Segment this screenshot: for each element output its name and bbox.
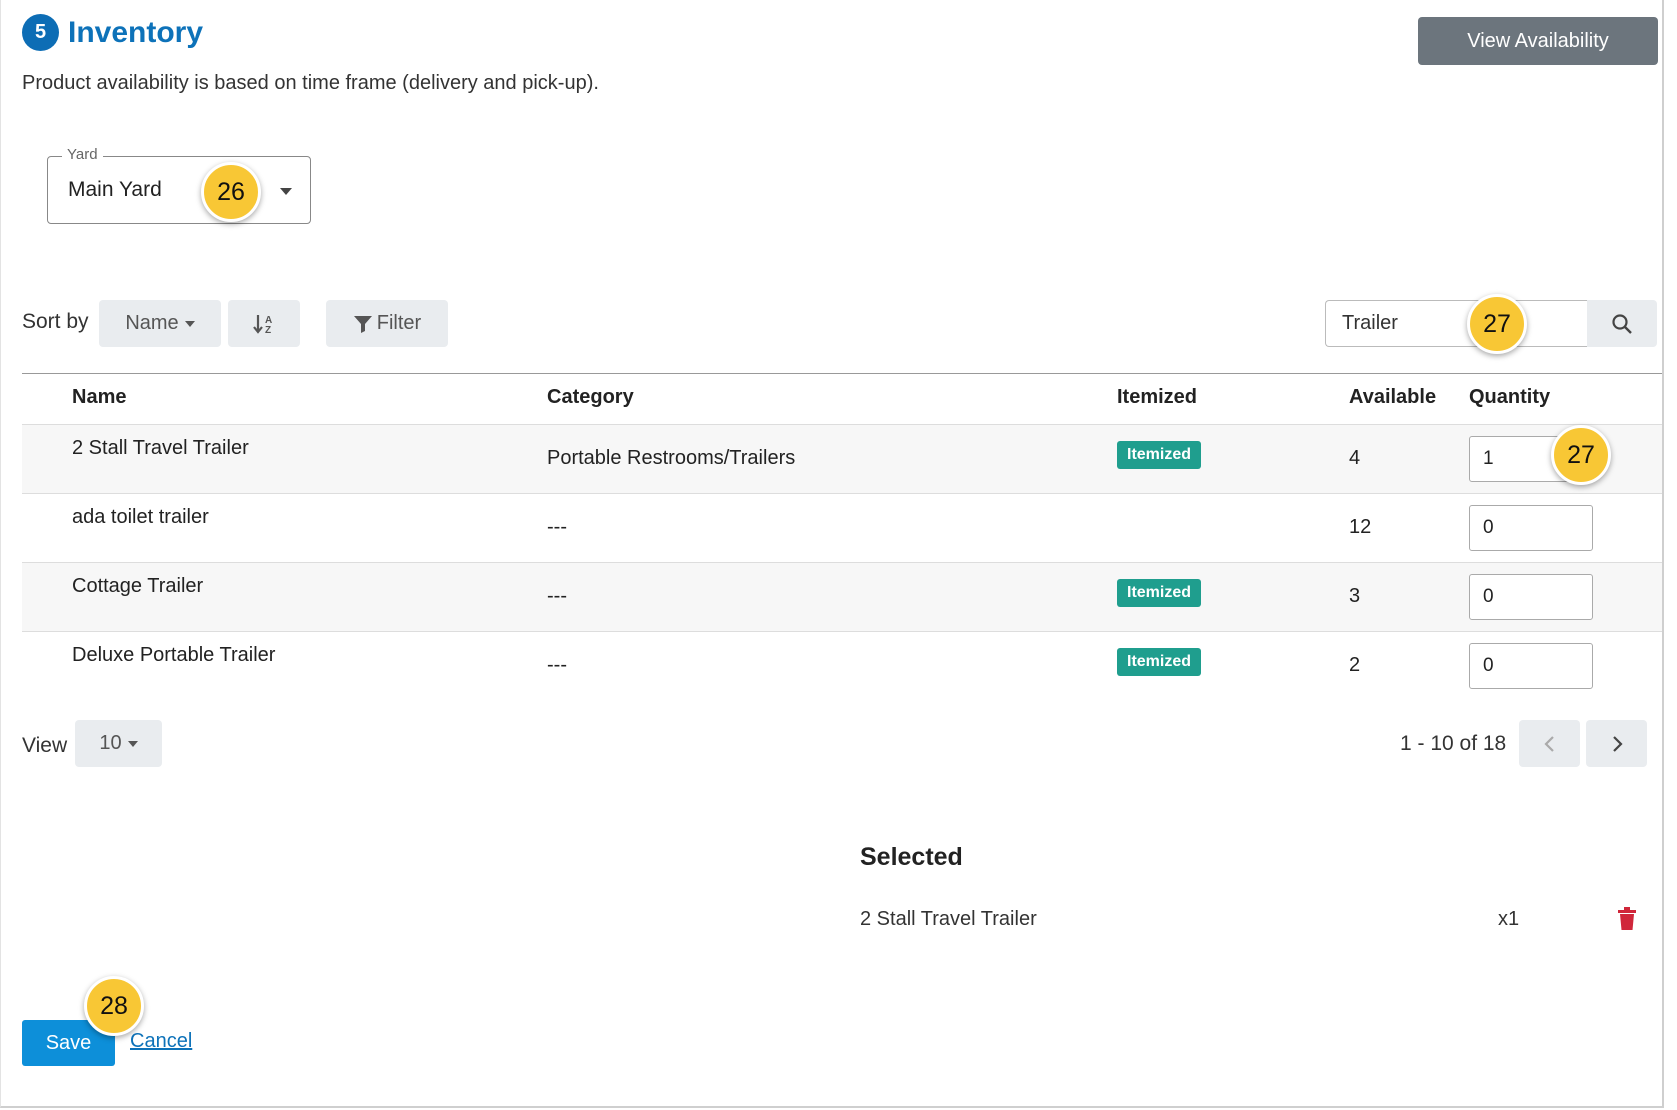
row-category: Portable Restrooms/Trailers — [547, 447, 796, 469]
column-header-itemized[interactable]: Itemized — [1117, 386, 1197, 409]
chevron-down-icon[interactable] — [280, 188, 292, 195]
sort-alpha-down-icon: A Z — [253, 314, 272, 335]
callout-marker-search: 27 — [1467, 294, 1527, 354]
caret-down-icon — [184, 320, 195, 327]
search-button[interactable] — [1587, 300, 1657, 347]
filter-icon — [353, 315, 372, 333]
previous-page-button[interactable] — [1519, 720, 1580, 767]
row-name: ada toilet trailer — [72, 506, 209, 528]
cancel-link[interactable]: Cancel — [130, 1030, 192, 1053]
selected-section-title: Selected — [860, 843, 963, 871]
yard-select-label: Yard — [62, 146, 103, 163]
next-page-button[interactable] — [1586, 720, 1647, 767]
search-input-value: Trailer — [1342, 312, 1398, 334]
selected-item-quantity: x1 — [1498, 908, 1520, 930]
sort-field-dropdown[interactable]: Name — [99, 300, 221, 347]
quantity-input[interactable]: 0 — [1469, 643, 1593, 689]
sort-field-value: Name — [125, 312, 179, 334]
inventory-table: Name Category Itemized Available Quantit… — [22, 373, 1662, 700]
table-row: Deluxe Portable Trailer --- Itemized 2 0 — [22, 632, 1662, 700]
column-header-name[interactable]: Name — [72, 386, 126, 409]
row-category: --- — [547, 585, 567, 607]
row-category: --- — [547, 654, 567, 676]
quantity-input[interactable]: 0 — [1469, 505, 1593, 551]
table-row: 2 Stall Travel Trailer Portable Restroom… — [22, 425, 1662, 494]
trash-icon — [1618, 907, 1636, 930]
row-available: 3 — [1349, 585, 1361, 607]
step-number-badge: 5 — [22, 14, 59, 51]
search-input[interactable]: Trailer — [1325, 300, 1587, 347]
row-name: 2 Stall Travel Trailer — [72, 437, 249, 459]
row-name: Cottage Trailer — [72, 575, 204, 597]
sort-direction-button[interactable]: A Z — [228, 300, 300, 347]
callout-marker-yard: 26 — [201, 162, 261, 222]
quantity-input[interactable]: 0 — [1469, 574, 1593, 620]
callout-marker-quantity: 27 — [1551, 425, 1611, 485]
itemized-badge: Itemized — [1117, 648, 1202, 676]
column-header-category[interactable]: Category — [547, 386, 634, 409]
row-category: --- — [547, 516, 567, 538]
quantity-input-value: 0 — [1483, 586, 1494, 607]
pagination-range: 1 - 10 of 18 — [1400, 732, 1507, 755]
row-available: 2 — [1349, 654, 1361, 676]
page-size-value: 10 — [99, 732, 122, 754]
column-header-quantity[interactable]: Quantity — [1469, 386, 1550, 409]
row-available: 12 — [1349, 516, 1372, 538]
view-availability-button[interactable]: View Availability — [1418, 17, 1658, 65]
filter-button[interactable]: Filter — [326, 300, 448, 347]
page-size-dropdown[interactable]: 10 — [75, 720, 162, 767]
chevron-right-icon — [1612, 735, 1623, 752]
table-row: ada toilet trailer --- 12 0 — [22, 494, 1662, 563]
itemized-badge: Itemized — [1117, 441, 1202, 469]
row-available: 4 — [1349, 447, 1361, 469]
page-subtitle: Product availability is based on time fr… — [22, 72, 599, 94]
quantity-input-value: 0 — [1483, 655, 1494, 676]
delete-selected-button[interactable] — [1617, 907, 1637, 931]
table-row: Cottage Trailer --- Itemized 3 0 — [22, 563, 1662, 632]
quantity-input-value: 0 — [1483, 517, 1494, 538]
column-header-available[interactable]: Available — [1349, 386, 1436, 409]
view-label: View — [22, 734, 68, 757]
chevron-left-icon — [1543, 735, 1554, 752]
selected-item-name: 2 Stall Travel Trailer — [860, 908, 1037, 930]
callout-marker-save: 28 — [84, 976, 144, 1036]
itemized-badge: Itemized — [1117, 579, 1202, 607]
page-title: Inventory — [68, 16, 204, 49]
caret-down-icon — [127, 740, 138, 747]
sort-by-label: Sort by — [22, 310, 89, 333]
quantity-input-value: 1 — [1483, 448, 1494, 469]
svg-text:Z: Z — [265, 325, 271, 335]
row-name: Deluxe Portable Trailer — [72, 644, 276, 666]
yard-select-value: Main Yard — [68, 178, 162, 201]
filter-button-label: Filter — [376, 312, 422, 334]
search-icon — [1612, 313, 1632, 334]
table-header-row: Name Category Itemized Available Quantit… — [22, 373, 1662, 425]
